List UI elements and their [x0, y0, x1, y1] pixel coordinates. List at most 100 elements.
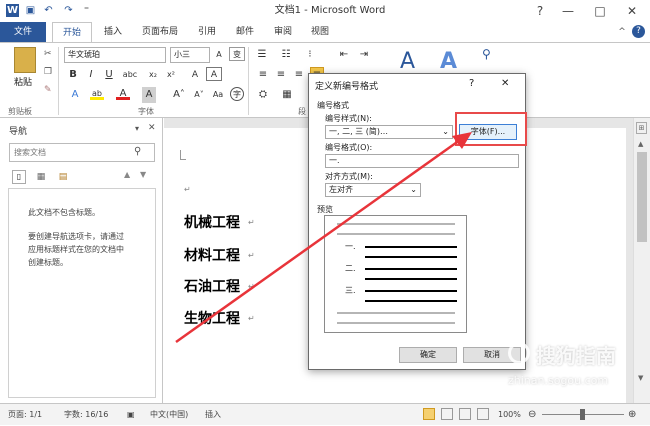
tab-page-layout[interactable]: 页面布局 [135, 22, 185, 42]
close-button[interactable]: ✕ [610, 0, 650, 22]
title-bar: W ▣ ↶ ↷ ⁼ 文档1 - Microsoft Word ? — □ ✕ [0, 0, 650, 22]
multilevel-list-icon[interactable]: ⁝ [302, 47, 318, 63]
collapse-ribbon-icon[interactable]: ^ [616, 26, 628, 38]
ok-button[interactable]: 确定 [399, 347, 457, 363]
document-heading[interactable]: 生物工程 [184, 308, 240, 328]
undo-icon[interactable]: ↶ [42, 4, 55, 17]
zoom-in-icon[interactable]: ⊕ [628, 404, 636, 426]
dialog-help-icon[interactable]: ? [469, 78, 474, 89]
number-style-value: 一, 二, 三 (简)… [329, 127, 388, 136]
zoom-slider-thumb[interactable] [580, 409, 585, 420]
nav-results-area [8, 188, 156, 398]
format-painter-icon[interactable]: ✎ [44, 85, 54, 95]
help-circle-icon[interactable]: ? [632, 25, 645, 38]
nav-title: 导航 [9, 127, 28, 137]
font-name-combo[interactable]: 华文琥珀 [64, 47, 166, 63]
nav-close-icon[interactable]: ✕ [148, 123, 156, 133]
tab-view[interactable]: 视图 [305, 22, 335, 42]
highlight-icon[interactable]: ab [90, 87, 104, 100]
word-count[interactable]: 字数: 16/16 [64, 404, 108, 426]
shrink-font-size-icon[interactable]: A˅ [192, 87, 206, 103]
align-left-icon[interactable]: ≡ [256, 67, 270, 83]
insert-mode[interactable]: 插入 [205, 404, 221, 426]
tab-insert[interactable]: 插入 [98, 22, 128, 42]
change-case-icon[interactable]: Aa [212, 87, 224, 103]
tab-file[interactable]: 文件 [0, 22, 46, 42]
bold-icon[interactable]: B [66, 67, 80, 83]
paragraph-group-label: 段 [298, 107, 306, 116]
paste-button[interactable]: 粘贴 [14, 75, 38, 88]
clipboard-icon[interactable] [14, 47, 36, 73]
increase-indent-icon[interactable]: ⇥ [356, 47, 372, 63]
ruler-toggle-icon[interactable]: ⊞ [636, 122, 647, 134]
bullets-icon[interactable]: ☰ [254, 47, 270, 63]
save-icon[interactable]: ▣ [24, 4, 37, 17]
full-screen-view-icon[interactable] [441, 408, 453, 420]
char-shading-icon[interactable]: A [142, 87, 156, 103]
zoom-level[interactable]: 100% [498, 404, 521, 426]
nav-pages-tab-icon[interactable]: ▦ [34, 170, 48, 184]
number-style-select[interactable]: 一, 二, 三 (简)… ⌄ [325, 125, 453, 139]
group-separator [58, 47, 59, 115]
nav-menu-icon[interactable]: ▾ [135, 124, 139, 133]
font-color-icon[interactable]: A [116, 87, 130, 100]
copy-icon[interactable]: ❐ [44, 67, 54, 77]
text-effects-icon[interactable]: A [68, 87, 82, 103]
tab-references[interactable]: 引用 [192, 22, 222, 42]
web-layout-view-icon[interactable] [459, 408, 471, 420]
align-right-icon[interactable]: ≡ [292, 67, 306, 83]
alignment-select[interactable]: 左对齐 ⌄ [325, 183, 421, 197]
nav-headings-tab-icon[interactable]: ▯ [12, 170, 26, 184]
tab-review[interactable]: 审阅 [268, 22, 298, 42]
subscript-icon[interactable]: x₂ [146, 67, 160, 83]
customize-quick-access-icon[interactable]: ⁼ [80, 4, 93, 17]
borders-icon[interactable]: ▦ [280, 87, 294, 103]
dialog-title: 定义新编号格式 [315, 82, 379, 92]
redo-icon[interactable]: ↷ [62, 4, 75, 17]
document-heading[interactable]: 材料工程 [184, 245, 240, 265]
watermark-text: 搜狗指南 [536, 344, 616, 368]
nav-search-input[interactable]: 搜索文档 ⚲ [9, 143, 155, 162]
shading-icon[interactable]: ⛭ [256, 87, 270, 103]
scroll-thumb[interactable] [637, 152, 647, 242]
cut-icon[interactable]: ✂ [44, 49, 54, 59]
clear-format-icon[interactable]: A [188, 67, 202, 83]
underline-icon[interactable]: U [102, 67, 116, 83]
outline-view-icon[interactable] [477, 408, 489, 420]
superscript-icon[interactable]: x² [164, 67, 178, 83]
binoculars-icon[interactable]: ⚲ [482, 47, 500, 65]
paragraph-mark: ↵ [248, 282, 255, 291]
italic-icon[interactable]: I [84, 67, 98, 83]
char-border-icon[interactable]: A [206, 67, 222, 81]
word-logo-icon[interactable]: W [6, 4, 19, 17]
page-count[interactable]: 页面: 1/1 [8, 404, 42, 426]
nav-search-placeholder: 搜索文档 [14, 148, 46, 157]
number-format-input[interactable]: 一. [325, 154, 519, 168]
dialog-close-button[interactable]: ✕ [501, 78, 509, 89]
strikethrough-icon[interactable]: abc [122, 67, 138, 83]
language-indicator[interactable]: 中文(中国) [150, 404, 188, 426]
nav-results-tab-icon[interactable]: ▤ [56, 170, 70, 184]
font-size-combo[interactable]: 小三 [170, 47, 210, 63]
tab-home[interactable]: 开始 [52, 22, 92, 42]
proofing-icon[interactable]: ▣ [127, 404, 135, 426]
align-center-icon[interactable]: ≡ [274, 67, 288, 83]
watermark-url: zhinan.sogou.com [508, 374, 609, 387]
numbering-icon[interactable]: ☷ [278, 47, 294, 63]
grow-font-size-icon[interactable]: A˄ [172, 87, 186, 103]
grow-font-icon[interactable]: A [212, 47, 226, 63]
nav-down-icon[interactable]: ▼ [140, 170, 146, 179]
document-heading[interactable]: 机械工程 [184, 212, 240, 232]
print-layout-view-icon[interactable] [423, 408, 435, 420]
phonetic-guide-icon[interactable]: 变 [229, 47, 245, 61]
nav-up-icon[interactable]: ▲ [124, 170, 130, 179]
enclose-char-icon[interactable]: 字 [230, 87, 244, 101]
document-heading[interactable]: 石油工程 [184, 276, 240, 296]
preview-black-line [365, 300, 457, 302]
decrease-indent-icon[interactable]: ⇤ [336, 47, 352, 63]
scroll-up-icon[interactable]: ▲ [638, 140, 643, 148]
zoom-out-icon[interactable]: ⊖ [528, 404, 536, 426]
tab-mailings[interactable]: 邮件 [230, 22, 260, 42]
preview-black-line [365, 290, 457, 292]
search-icon[interactable]: ⚲ [134, 146, 141, 157]
